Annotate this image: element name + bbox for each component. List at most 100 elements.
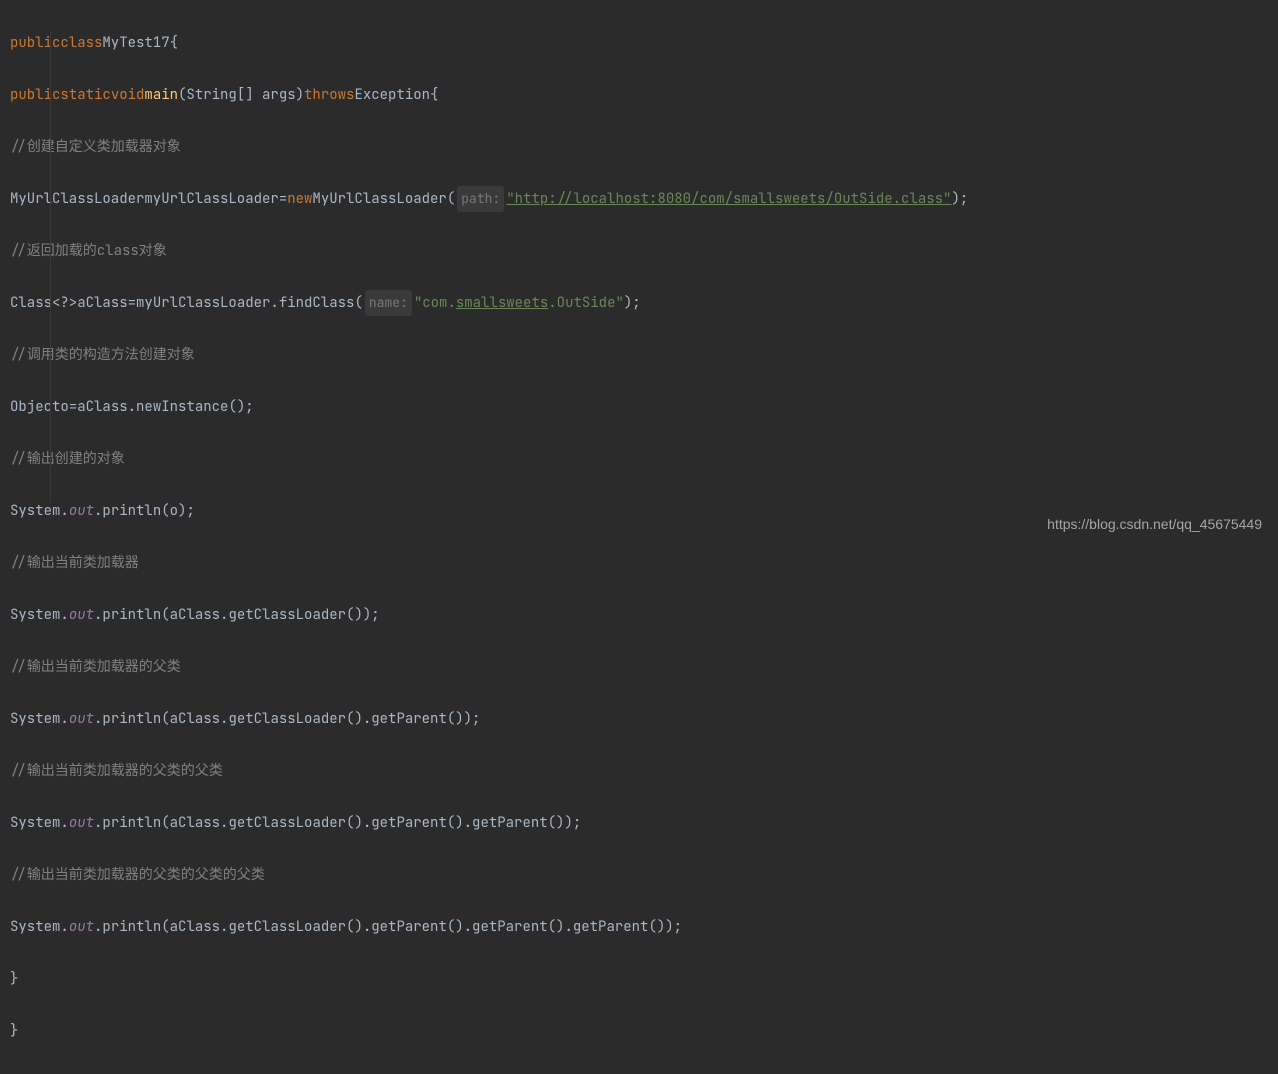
dot: .	[94, 498, 102, 524]
method-call: newInstance	[136, 394, 228, 420]
dot: .	[60, 498, 68, 524]
variable: aClass	[77, 290, 127, 316]
comment-text: 输出当前类加载器的父类	[27, 654, 181, 680]
dot: .	[94, 602, 102, 628]
dot: .	[60, 706, 68, 732]
type: Class<?>	[10, 290, 77, 316]
brace: {	[430, 82, 438, 108]
brace: {	[170, 30, 178, 56]
comment-text: 调用类的构造方法创建对象	[27, 342, 195, 368]
method-call: println	[102, 810, 161, 836]
dot: .	[94, 810, 102, 836]
exception-type: Exception	[354, 82, 430, 108]
semicolon: ;	[674, 914, 682, 940]
parameter-hint: name:	[365, 290, 412, 316]
variable: myUrlClassLoader	[144, 186, 278, 212]
operator: =	[69, 394, 77, 420]
method-name: main	[144, 82, 178, 108]
comment-text: 返回加载的class对象	[27, 238, 167, 264]
type: Object	[10, 394, 60, 420]
paren: )	[564, 810, 572, 836]
comment-slash: //	[10, 238, 27, 264]
variable: o	[60, 394, 68, 420]
paren: (	[161, 810, 169, 836]
class-ref: System	[10, 914, 60, 940]
params: (String[] args)	[178, 82, 304, 108]
code-line: public class MyTest17 {	[10, 30, 1278, 56]
argument: aClass.getClassLoader()	[170, 602, 363, 628]
paren: (	[447, 186, 455, 212]
comment-line: // 输出当前类加载器的父类的父类的父类	[10, 862, 1278, 888]
semicolon: ;	[573, 810, 581, 836]
paren: )	[178, 498, 186, 524]
field: out	[69, 810, 94, 836]
paren: )	[951, 186, 959, 212]
class-name: MyTest17	[102, 30, 169, 56]
semicolon: ;	[960, 186, 968, 212]
argument: aClass.getClassLoader().getParent().getP…	[170, 810, 565, 836]
brace: }	[10, 966, 18, 992]
keyword: void	[111, 82, 145, 108]
class-ref: System	[10, 602, 60, 628]
paren: )	[665, 914, 673, 940]
comment-line: // 输出当前类加载器的父类	[10, 654, 1278, 680]
paren: (	[161, 914, 169, 940]
comment-text: 输出当前类加载器的父类的父类	[27, 758, 223, 784]
constructor: MyUrlClassLoader	[312, 186, 446, 212]
string: "com.	[414, 290, 456, 316]
code-line: System.out.println(aClass.getClassLoader…	[10, 602, 1278, 628]
semicolon: ;	[245, 394, 253, 420]
field: out	[69, 914, 94, 940]
code-editor[interactable]: public class MyTest17 { public static vo…	[0, 0, 1278, 1074]
method-call: println	[102, 602, 161, 628]
comment-slash: //	[10, 862, 27, 888]
dot: .	[94, 914, 102, 940]
code-line: }	[10, 1018, 1278, 1044]
dot: .	[128, 394, 136, 420]
semicolon: ;	[371, 602, 379, 628]
string: .OutSide"	[548, 290, 624, 316]
paren: (	[161, 706, 169, 732]
method-call: println	[102, 498, 161, 524]
dot: .	[60, 914, 68, 940]
type: MyUrlClassLoader	[10, 186, 144, 212]
code-line: public static void main(String[] args) t…	[10, 82, 1278, 108]
code-line: Class<?> aClass = myUrlClassLoader.findC…	[10, 290, 1278, 316]
comment-line: // 返回加载的class对象	[10, 238, 1278, 264]
paren: (	[354, 290, 362, 316]
comment-slash: //	[10, 446, 27, 472]
method-call: findClass	[279, 290, 355, 316]
field: out	[69, 498, 94, 524]
comment-text: 输出当前类加载器	[27, 550, 139, 576]
paren: )	[624, 290, 632, 316]
semicolon: ;	[186, 498, 194, 524]
comment-line: // 调用类的构造方法创建对象	[10, 342, 1278, 368]
operator: =	[128, 290, 136, 316]
keyword: class	[60, 30, 102, 56]
method-call: println	[102, 706, 161, 732]
code-line: System.out.println(aClass.getClassLoader…	[10, 706, 1278, 732]
paren: ()	[228, 394, 245, 420]
keyword: throws	[304, 82, 354, 108]
code-line: MyUrlClassLoader myUrlClassLoader = new …	[10, 186, 1278, 212]
code-line: System.out.println(aClass.getClassLoader…	[10, 914, 1278, 940]
comment-line: // 输出当前类加载器的父类的父类	[10, 758, 1278, 784]
paren: )	[363, 602, 371, 628]
comment-slash: //	[10, 758, 27, 784]
string-url: "http://localhost:8080/com/smallsweets/O…	[506, 186, 951, 212]
keyword: public	[10, 30, 60, 56]
comment-text: 输出当前类加载器的父类的父类的父类	[27, 862, 265, 888]
code-line: }	[10, 966, 1278, 992]
comment-slash: //	[10, 134, 27, 160]
brace: }	[10, 1018, 18, 1044]
comment-text: 输出创建的对象	[27, 446, 125, 472]
argument: o	[170, 498, 178, 524]
comment-slash: //	[10, 654, 27, 680]
paren: (	[161, 498, 169, 524]
semicolon: ;	[472, 706, 480, 732]
parameter-hint: path:	[457, 186, 504, 212]
code-line: Object o = aClass.newInstance();	[10, 394, 1278, 420]
comment-line: // 输出当前类加载器	[10, 550, 1278, 576]
code-line: System.out.println(aClass.getClassLoader…	[10, 810, 1278, 836]
class-ref: System	[10, 810, 60, 836]
